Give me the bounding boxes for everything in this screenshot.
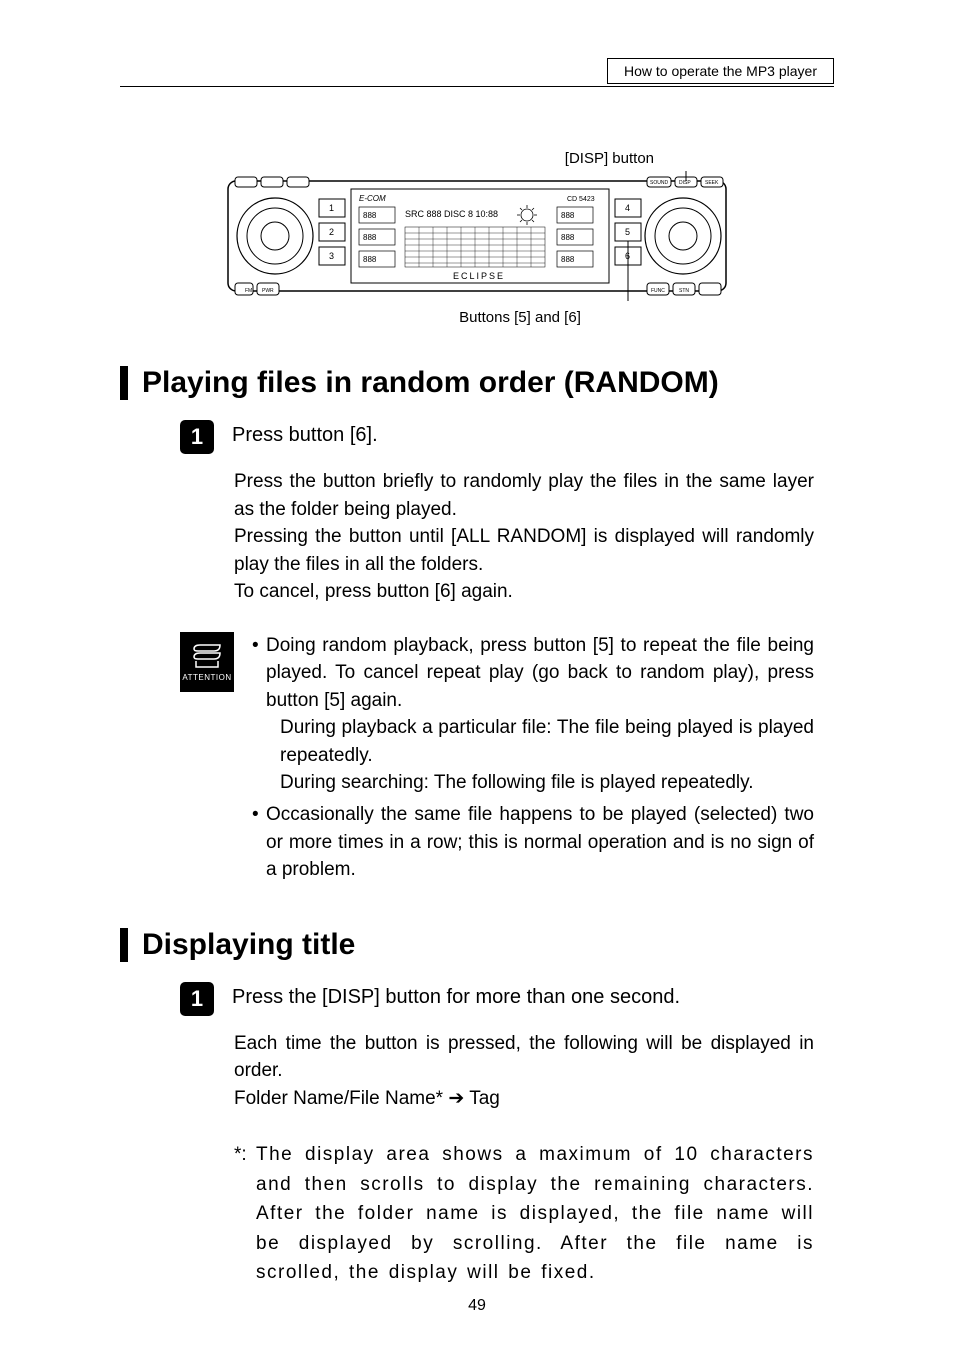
svg-text:ECLIPSE: ECLIPSE	[453, 271, 505, 281]
header-rule	[120, 86, 834, 87]
svg-text:888: 888	[363, 211, 377, 220]
svg-text:FUNC: FUNC	[651, 288, 665, 294]
attention-bullet-2: Occasionally the same file happens to be…	[252, 801, 814, 884]
arrow-icon: ➔	[448, 1088, 464, 1109]
step-badge-1b: 1	[180, 982, 214, 1016]
step-badge-1: 1	[180, 420, 214, 454]
svg-text:888: 888	[561, 255, 575, 264]
section-random-title: Playing files in random order (RANDOM)	[120, 366, 834, 400]
disp-button-label: [DISP] button	[120, 150, 654, 167]
random-body-line1: Press the button briefly to randomly pla…	[234, 468, 814, 523]
svg-text:4: 4	[625, 203, 630, 213]
attention-block: ATTENTION Doing random playback, press b…	[180, 632, 834, 888]
random-body: Press the button briefly to randomly pla…	[234, 468, 814, 606]
attention-sub-2: During searching: The following file is …	[266, 769, 814, 797]
svg-text:3: 3	[329, 251, 334, 261]
svg-text:888: 888	[561, 233, 575, 242]
svg-text:PWR: PWR	[262, 288, 274, 294]
svg-text:CD 5423: CD 5423	[567, 196, 595, 203]
random-body-line2: Pressing the button until [ALL RANDOM] i…	[234, 523, 814, 578]
svg-text:SEEK: SEEK	[705, 180, 719, 186]
attention-sub-1: During playback a particular file: The f…	[266, 714, 814, 769]
svg-text:1: 1	[329, 203, 334, 213]
footnote-body: The display area shows a maximum of 10 c…	[256, 1140, 814, 1287]
car-stereo-illustration: FM PWR 1 2 3 E-COM CD 5423 888 888 888 S…	[227, 171, 727, 301]
breadcrumb: How to operate the MP3 player	[607, 58, 834, 84]
svg-text:SRC 888 DISC 8 10:88: SRC 888 DISC 8 10:88	[405, 209, 498, 219]
svg-text:888: 888	[363, 233, 377, 242]
svg-text:FM: FM	[245, 288, 252, 294]
step-1-display-title: Press the [DISP] button for more than on…	[232, 982, 680, 1009]
device-figure: [DISP] button FM PWR 1 2 3 E-COM CD 5423	[120, 150, 834, 326]
svg-text:E-COM: E-COM	[359, 194, 386, 203]
svg-text:888: 888	[561, 211, 575, 220]
display-body-line1: Each time the button is pressed, the fol…	[234, 1030, 814, 1085]
attention-icon: ATTENTION	[180, 632, 234, 692]
svg-text:SOUND: SOUND	[650, 180, 668, 186]
svg-text:STN: STN	[679, 288, 689, 294]
buttons-5-6-label: Buttons [5] and [6]	[420, 309, 620, 326]
step-1-random: 1 Press button [6].	[180, 420, 834, 454]
random-body-line3: To cancel, press button [6] again.	[234, 578, 814, 606]
svg-text:5: 5	[625, 227, 630, 237]
page-number: 49	[0, 1297, 954, 1315]
step-1-random-title: Press button [6].	[232, 420, 378, 447]
display-body-line2: Folder Name/File Name* ➔ Tag	[234, 1085, 814, 1113]
attention-label: ATTENTION	[182, 673, 231, 682]
svg-text:DISP: DISP	[679, 180, 691, 186]
svg-text:2: 2	[329, 227, 334, 237]
section-title-display: Displaying title	[120, 928, 834, 962]
step-1-display: 1 Press the [DISP] button for more than …	[180, 982, 834, 1016]
attention-bullet-1: Doing random playback, press button [5] …	[252, 632, 814, 797]
footnote: *: The display area shows a maximum of 1…	[234, 1140, 814, 1287]
attention-text: Doing random playback, press button [5] …	[252, 632, 814, 888]
page: How to operate the MP3 player [DISP] but…	[0, 0, 954, 1355]
display-body: Each time the button is pressed, the fol…	[234, 1030, 814, 1113]
svg-text:888: 888	[363, 255, 377, 264]
footnote-marker: *:	[234, 1140, 256, 1287]
